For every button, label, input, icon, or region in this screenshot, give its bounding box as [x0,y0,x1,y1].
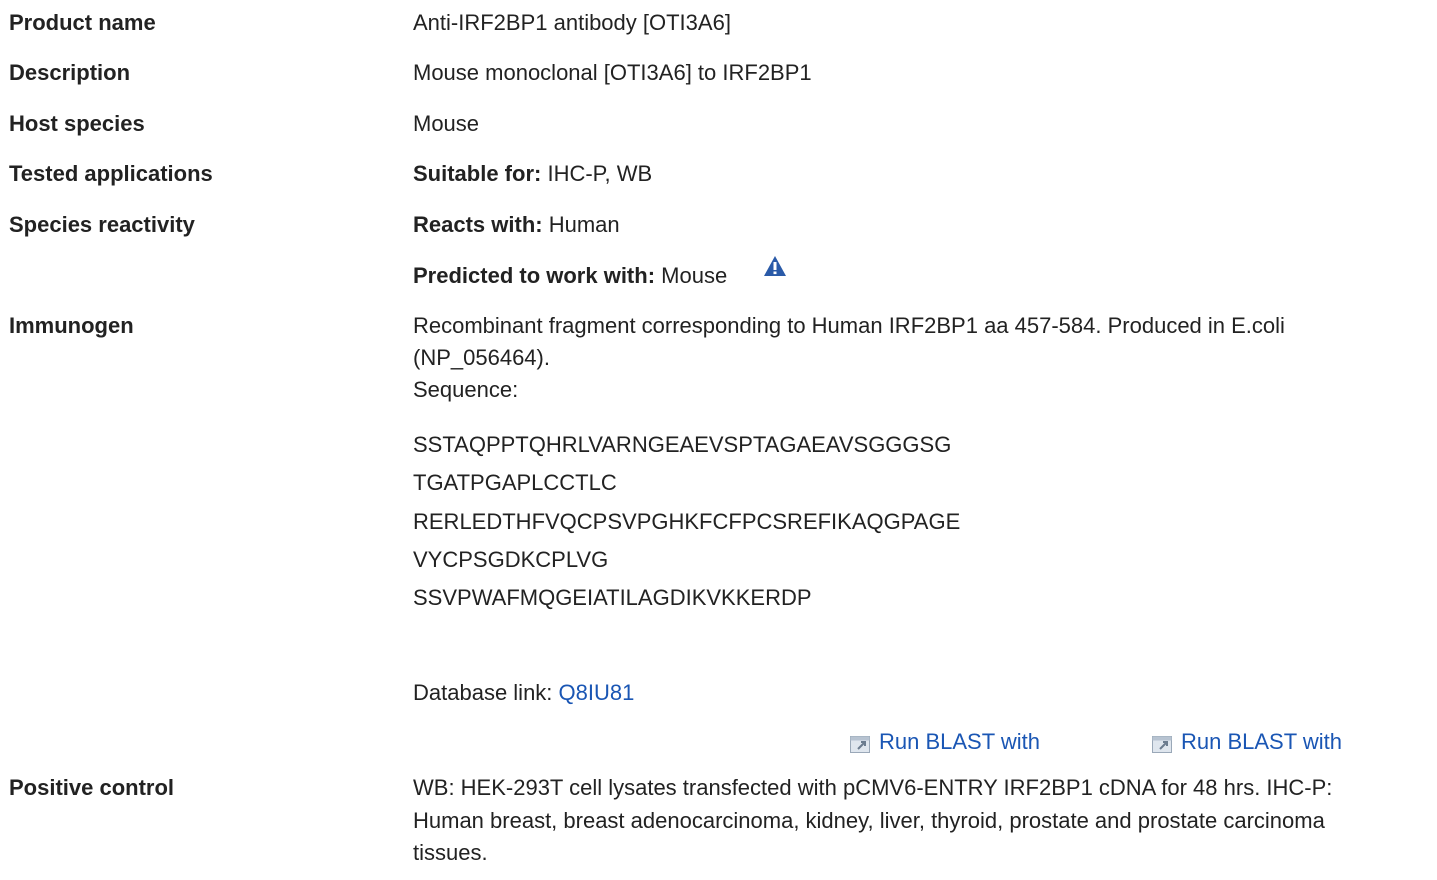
immunogen-value: Recombinant fragment corresponding to Hu… [413,310,1417,617]
sequence-line: SSTAQPPTQHRLVARNGEAEVSPTAGAEAVSGGGSG [413,432,952,457]
reacts-with-prefix: Reacts with: [413,212,543,237]
suitable-for-value: IHC-P, WB [547,161,653,186]
host-species-value: Mouse [413,111,480,136]
database-link-text: Database link: Q8IU81 [413,677,1417,709]
product-name-label: Product name [9,10,156,35]
warning-icon[interactable] [763,254,787,276]
run-blast-link-2[interactable]: Run BLAST with [1152,726,1342,758]
external-window-icon [850,730,870,754]
species-reactivity-label: Species reactivity [9,212,195,237]
suitable-for-prefix: Suitable for: [413,161,542,186]
run-blast-label: Run BLAST with [879,729,1041,754]
database-link[interactable]: Q8IU81 [559,680,635,705]
sequence-line: VYCPSGDKCPLVG [413,546,609,572]
predicted-to-work-with: Predicted to work with: Mouse [413,256,1417,292]
external-window-icon [1152,730,1172,754]
description-value: Mouse monoclonal [OTI3A6] to IRF2BP1 [413,60,812,85]
immunogen-line-2: (NP_056464). [413,345,550,370]
sequence-block: SSTAQPPTQHRLVARNGEAEVSPTAGAEAVSGGGSG TGA… [413,426,1417,617]
immunogen-label: Immunogen [9,313,134,338]
host-species-label: Host species [9,111,145,136]
positive-control-line-2: Human breast, breast adenocarcinoma, kid… [413,807,1325,833]
reacts-with-value: Human [548,212,620,237]
database-link-prefix: Database link: [413,680,553,705]
sequence-line: RERLEDTHFVQCPSVPGHKFCFPCSREFIKAQGPAGE [413,508,961,534]
positive-control-line-1: WB: HEK-293T cell lysates transfected wi… [413,775,1333,800]
product-name-value: Anti-IRF2BP1 antibody [OTI3A6] [413,10,731,35]
sequence-label: Sequence: [413,377,519,402]
predicted-prefix: Predicted to work with: [413,263,656,288]
sequence-line: SSVPWAFMQGEIATILAGDIKVKKERDP [413,585,812,611]
run-blast-label: Run BLAST with [1181,729,1343,754]
tested-applications-label: Tested applications [9,161,213,186]
reacts-with: Reacts with: Human [413,209,1417,241]
positive-control-label: Positive control [9,775,175,800]
positive-control-line-3: tissues. [413,840,488,865]
predicted-value: Mouse [661,263,728,288]
tested-applications-value: Suitable for: IHC-P, WB [413,158,1417,190]
run-blast-link-1[interactable]: Run BLAST with [850,726,1040,758]
positive-control-value: WB: HEK-293T cell lysates transfected wi… [413,772,1417,870]
immunogen-line-1: Recombinant fragment corresponding to Hu… [413,313,1285,338]
sequence-line: TGATPGAPLCCTLC [413,470,617,496]
description-label: Description [9,60,131,85]
product-datasheet: Product name Anti-IRF2BP1 antibody [OTI3… [0,0,1437,880]
